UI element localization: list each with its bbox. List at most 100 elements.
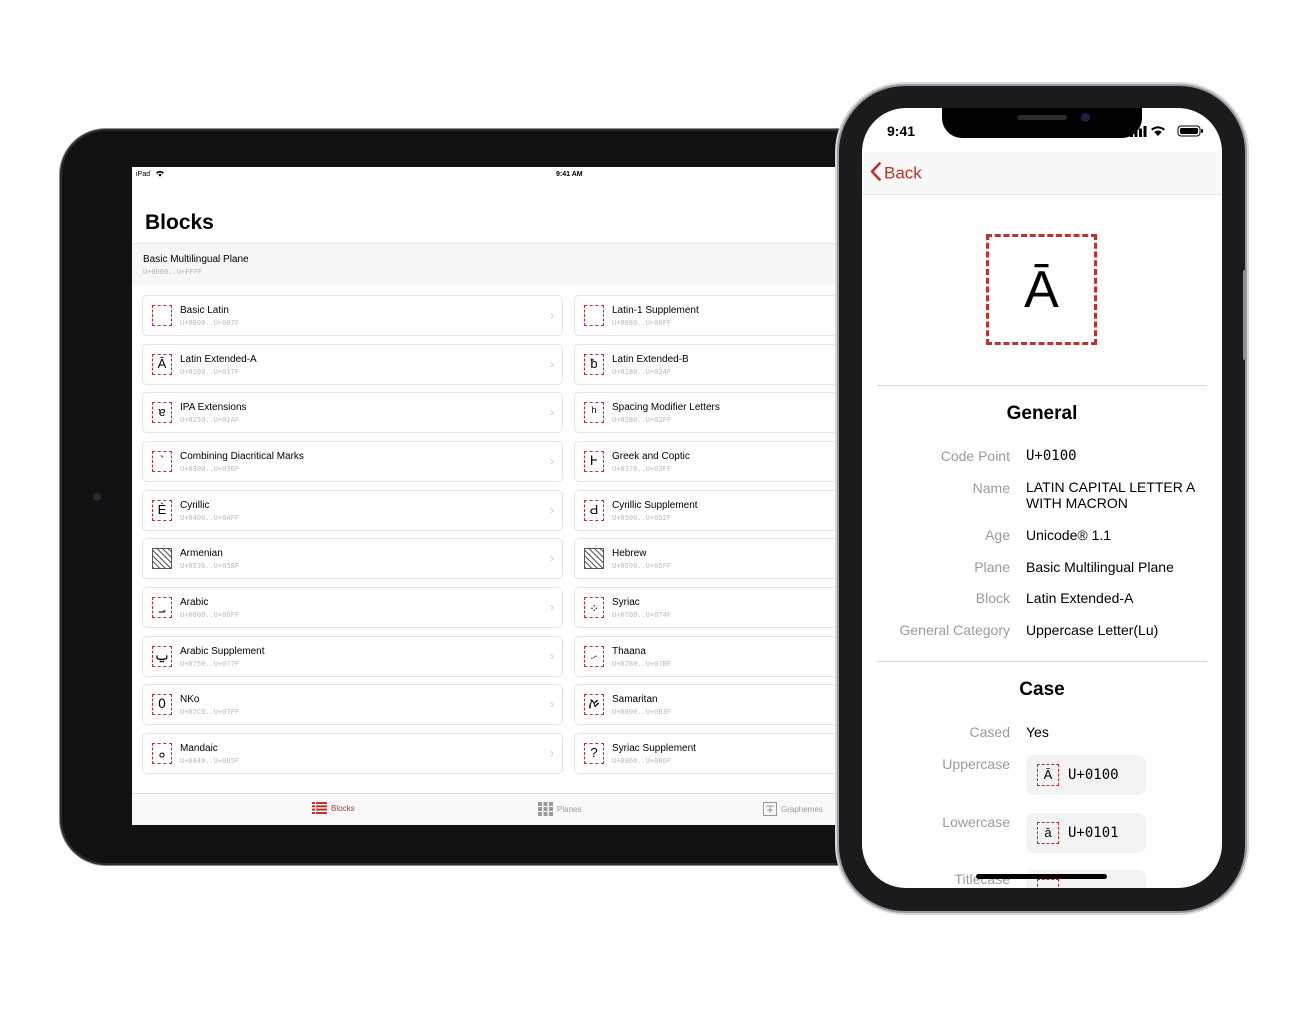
cellular-icon [1130,126,1147,137]
block-glyph-icon: ` [152,451,172,472]
block-item-combining-diacritical-marks[interactable]: ` Combining Diacritical Marks U+0300..U+… [142,441,563,482]
character-glyph: Ā [986,234,1097,345]
block-item-nko[interactable]: ߀ NKo U+07C0..U+07FF › [142,684,563,725]
plane-label: Plane [974,559,1010,575]
lowercase-label: Lowercase [942,814,1010,830]
tab-label: Planes [557,805,582,815]
page-title: Blocks [145,211,214,234]
block-name: Arabic [180,597,209,608]
speaker-grille [1017,115,1067,120]
block-item-arabic-supplement[interactable]: ݐ Arabic Supplement U+0750..U+077F › [142,636,563,677]
block-glyph-icon: Ā [152,354,172,375]
divider [877,385,1207,386]
block-glyph-icon: ܀ [584,597,604,618]
ipad-screen: iPad 9:41 AM Blocks Basic Multilingual P… [132,167,922,825]
plane-value: Basic Multilingual Plane [1026,559,1174,575]
back-label: Back [884,163,922,183]
uppercase-label: Uppercase [942,756,1010,772]
block-name: IPA Extensions [180,402,247,413]
block-glyph-icon: ƀ [584,354,604,375]
block-range: U+0840..U+085F [180,757,240,765]
block-name: Mandaic [180,743,218,754]
titlecase-character-chip[interactable] [1026,870,1146,888]
block-name: Cyrillic [180,500,210,511]
block-range: U+0860..U+086F [612,757,672,765]
block-label: Block [975,590,1010,606]
tab-planes[interactable]: Planes [538,802,581,818]
block-range: U+07C0..U+07FF [180,708,240,716]
block-item-basic-latin[interactable]: Basic Latin U+0000..U+007F › [142,295,563,336]
block-range: U+0800..U+083F [612,708,672,716]
block-name: Thaana [612,646,646,657]
block-glyph-icon: ࠀ [584,694,604,715]
tab-graphemes[interactable]: Graphemes [763,802,823,818]
age-value: Unicode® 1.1 [1026,527,1112,543]
block-name: Combining Diacritical Marks [180,451,304,462]
chip-glyph: Ā [1037,764,1059,786]
block-range: U+0080..U+00FF [612,319,672,327]
back-button[interactable]: Back [870,162,922,186]
code-point-label: Code Point [940,448,1010,464]
chip-code: U+0100 [1068,767,1119,783]
list-icon [312,802,327,816]
block-range: U+0100..U+017F [180,368,240,376]
block-glyph-icon [152,305,172,326]
chevron-right-icon: › [550,649,554,663]
chip-glyph: ā [1037,822,1059,844]
block-name: Greek and Coptic [612,451,690,462]
tab-blocks[interactable]: Blocks [312,802,355,816]
block-glyph-icon: ݐ [152,646,172,667]
block-range: U+0590..U+05FF [612,562,672,570]
block-name: Cyrillic Supplement [612,500,698,511]
uppercase-character-chip[interactable]: Ā U+0100 [1026,755,1146,795]
block-value: Latin Extended-A [1026,590,1134,606]
block-name: Samaritan [612,694,658,705]
block-item-armenian[interactable]: Armenian U+0530..U+058F › [142,538,563,579]
status-time: 9:41 AM [556,171,583,178]
block-name: Latin Extended-A [180,354,257,365]
cased-value: Yes [1026,724,1049,740]
tab-bar: Blocks Planes Graphemes [132,793,922,825]
block-item-ipa-extensions[interactable]: ɐ IPA Extensions U+0250..U+02AF › [142,392,563,433]
unsupported-glyph-icon [152,548,172,569]
block-item-mandaic[interactable]: ࡀ Mandaic U+0840..U+085F › [142,733,563,774]
status-time: 9:41 [887,123,916,139]
block-name: NKo [180,694,200,705]
divider [877,661,1207,662]
plane-section-header: Basic Multilingual Plane U+0000..U+FFFF [132,243,922,286]
block-glyph-icon: ? [584,743,604,764]
chevron-left-icon [870,162,881,186]
block-item-cyrillic[interactable]: Ѐ Cyrillic U+0400..U+04FF › [142,490,563,531]
block-glyph-icon: Ѐ [152,500,172,521]
chevron-right-icon: › [550,697,554,711]
block-glyph-icon: ؀ [152,597,172,618]
block-glyph-icon: Ԁ [584,500,604,521]
battery-icon [1177,125,1203,137]
block-glyph-icon: Ͱ [584,451,604,472]
chevron-right-icon: › [550,405,554,419]
chevron-right-icon: › [550,551,554,565]
block-item-arabic[interactable]: ؀ Arabic U+0600..U+06FF › [142,587,563,628]
general-category-value: Uppercase Letter(Lu) [1026,622,1159,638]
block-range: U+0600..U+06FF [180,611,240,619]
lowercase-character-chip[interactable]: ā U+0101 [1026,813,1146,853]
cased-label: Cased [969,724,1010,740]
block-range: U+0780..U+07BF [612,660,672,668]
chevron-right-icon: › [550,357,554,371]
block-glyph-icon: ʰ [584,402,604,423]
wifi-icon [1151,126,1165,136]
block-range: U+0300..U+036F [180,465,240,473]
block-name: Syriac Supplement [612,743,696,754]
general-category-label: General Category [899,622,1010,638]
block-range: U+0530..U+058F [180,562,240,570]
front-camera [1081,113,1090,122]
block-range: U+0500..U+052F [612,514,672,522]
block-item-latin-extended-a[interactable]: Ā Latin Extended-A U+0100..U+017F › [142,344,563,385]
block-range: U+0750..U+077F [180,660,240,668]
chip-glyph [1037,879,1059,888]
tab-label: Graphemes [781,805,823,815]
notch [942,108,1142,138]
block-name: Armenian [180,548,223,559]
block-name: Spacing Modifier Letters [612,402,720,413]
ipad-status-bar: iPad 9:41 AM [132,167,922,181]
